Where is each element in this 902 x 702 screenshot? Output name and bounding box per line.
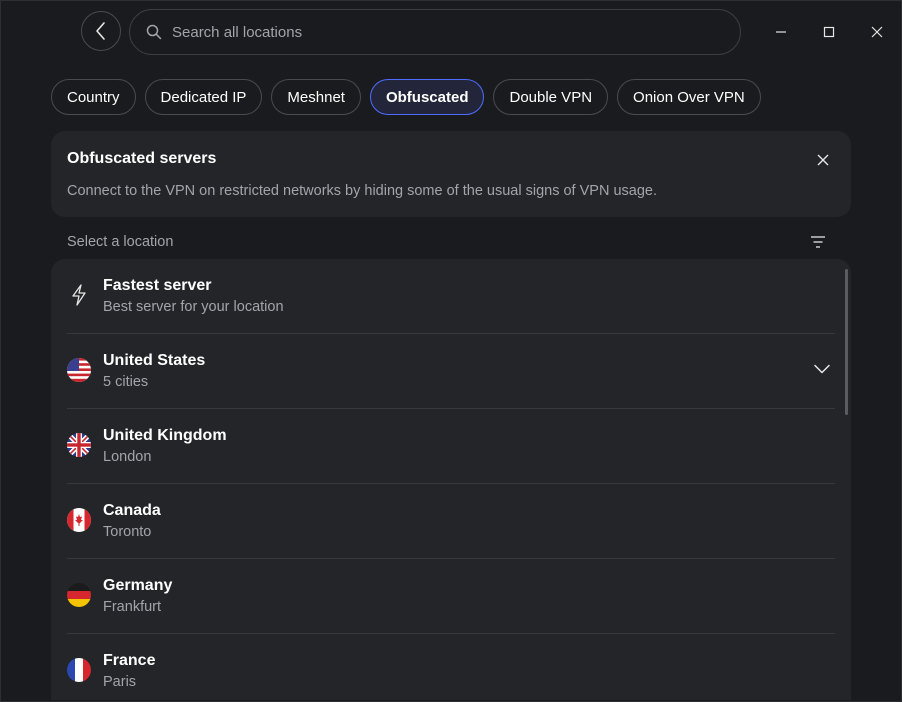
info-description: Connect to the VPN on restricted network… [67, 183, 657, 199]
list-item-united-states[interactable]: United States 5 cities [67, 334, 835, 409]
select-location-label: Select a location [67, 234, 174, 250]
tab-obfuscated[interactable]: Obfuscated [369, 79, 485, 115]
tab-meshnet[interactable]: Meshnet [271, 79, 361, 115]
tab-label: Country [67, 88, 120, 106]
info-close-button[interactable] [811, 150, 835, 170]
tab-label: Obfuscated [385, 88, 469, 106]
location-name: Canada [103, 502, 161, 519]
close-window-button[interactable] [863, 18, 891, 46]
tab-label: Dedicated IP [160, 88, 247, 106]
info-card: Obfuscated servers Connect to the VPN on… [51, 131, 851, 217]
scrollbar[interactable] [845, 269, 848, 415]
search-input[interactable] [170, 22, 714, 42]
lightning-icon [67, 283, 91, 307]
tab-label: Meshnet [287, 88, 345, 106]
list-item-france[interactable]: France Paris [67, 634, 835, 700]
maximize-button[interactable] [815, 18, 843, 46]
back-button[interactable] [81, 11, 121, 51]
location-name: Fastest server [103, 277, 212, 294]
search-icon [146, 24, 162, 40]
chevron-down-icon [814, 364, 830, 374]
location-sub: Best server for your location [103, 299, 284, 315]
location-sub: Paris [103, 674, 137, 690]
minimize-button[interactable] [767, 18, 795, 46]
location-list: Fastest server Best server for your loca… [51, 259, 851, 700]
list-item-united-kingdom[interactable]: United Kingdom London [67, 409, 835, 484]
info-title: Obfuscated servers [67, 150, 217, 167]
tab-onion-over-vpn[interactable]: Onion Over VPN [617, 79, 761, 115]
location-sub: London [103, 449, 152, 465]
canada-flag-icon [67, 508, 91, 532]
tab-dedicated-ip[interactable]: Dedicated IP [144, 79, 263, 115]
location-name: United States [103, 352, 206, 369]
chevron-left-icon [96, 22, 105, 40]
tab-country[interactable]: Country [51, 79, 136, 115]
maximize-icon [823, 26, 835, 38]
location-sub: Frankfurt [103, 599, 162, 615]
list-item-germany[interactable]: Germany Frankfurt [67, 559, 835, 634]
tab-label: Onion Over VPN [633, 88, 745, 106]
close-icon [817, 154, 829, 166]
close-icon [871, 26, 883, 38]
category-tabs: Country Dedicated IP Meshnet Obfuscated … [51, 79, 761, 115]
france-flag-icon [67, 658, 91, 682]
tab-double-vpn[interactable]: Double VPN [493, 79, 609, 115]
location-sub: Toronto [103, 524, 152, 540]
filter-icon [811, 236, 825, 248]
location-name: United Kingdom [103, 427, 227, 444]
minimize-icon [776, 31, 786, 33]
filter-button[interactable] [806, 230, 830, 254]
search-bar[interactable] [129, 9, 741, 55]
location-name: Germany [103, 577, 173, 594]
list-item-fastest-server[interactable]: Fastest server Best server for your loca… [67, 259, 835, 334]
location-sub: 5 cities [103, 374, 149, 390]
us-flag-icon [67, 358, 91, 382]
expand-button[interactable] [813, 360, 831, 378]
location-name: France [103, 652, 156, 669]
uk-flag-icon [67, 433, 91, 457]
list-item-canada[interactable]: Canada Toronto [67, 484, 835, 559]
tab-label: Double VPN [509, 88, 593, 106]
germany-flag-icon [67, 583, 91, 607]
